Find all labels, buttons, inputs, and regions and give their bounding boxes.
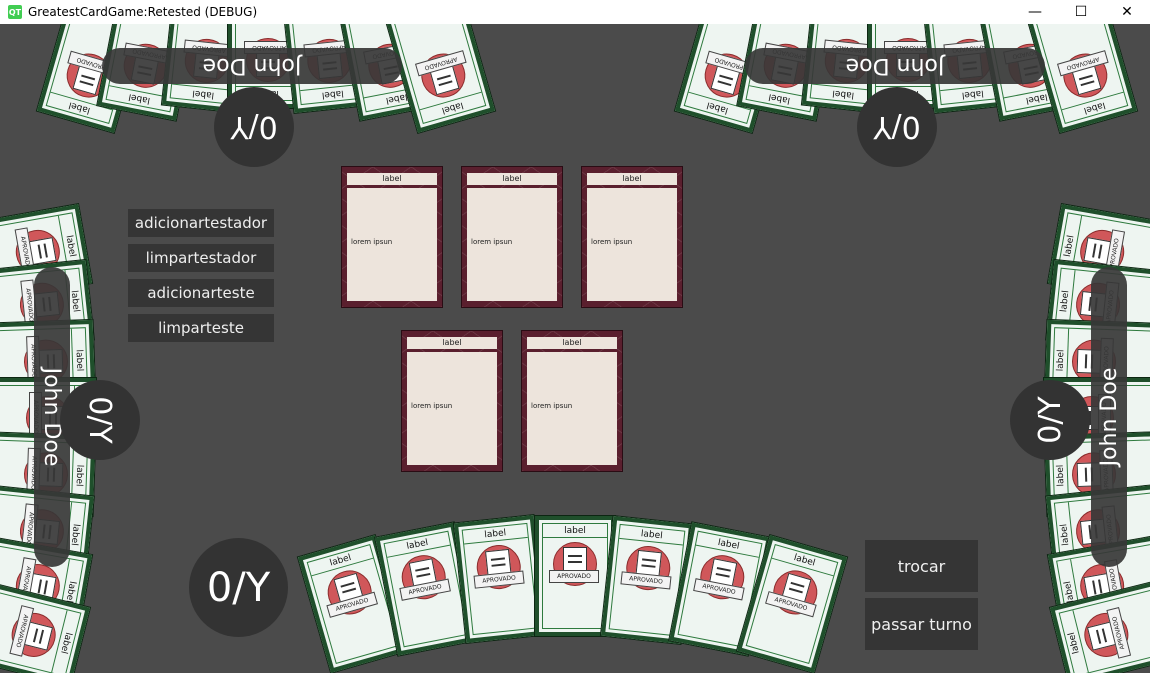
- card-label: label: [419, 91, 485, 121]
- card-body: lorem ipsun: [527, 352, 617, 465]
- opponent-score-right: 0/Y: [1010, 380, 1090, 460]
- card-label: label: [810, 83, 876, 103]
- table-card[interactable]: label lorem ipsun: [341, 166, 443, 308]
- app-icon: QT: [8, 5, 22, 19]
- table-card[interactable]: label lorem ipsun: [461, 166, 563, 308]
- opponent-score-top-left: 0/Y: [214, 87, 294, 167]
- game-board: labelAPROVADOlabelAPROVADOlabelAPROVADOl…: [0, 24, 1150, 673]
- table-card[interactable]: label lorem ipsun: [521, 330, 623, 472]
- window-controls: — ☐ ✕: [1012, 0, 1150, 24]
- card-label: label: [527, 337, 617, 349]
- trocar-button[interactable]: trocar: [865, 540, 978, 592]
- passar-turno-button[interactable]: passar turno: [865, 598, 978, 650]
- card-label: label: [407, 337, 497, 349]
- card-body: lorem ipsun: [467, 188, 557, 301]
- card-label: label: [51, 610, 79, 673]
- card-label: label: [619, 526, 685, 546]
- card-label: label: [587, 173, 677, 185]
- limparteste-button[interactable]: limparteste: [128, 314, 274, 342]
- card-text: lorem ipsun: [471, 238, 513, 246]
- card-label: label: [1061, 91, 1127, 121]
- card-text: lorem ipsun: [531, 402, 573, 410]
- card-label: label: [543, 526, 607, 538]
- card-label: label: [385, 533, 451, 558]
- minimize-button[interactable]: —: [1012, 0, 1058, 24]
- window-title: GreatestCardGame:Retested (DEBUG): [28, 5, 258, 19]
- adicionarteste-button[interactable]: adicionarteste: [128, 279, 274, 307]
- card-label: label: [347, 173, 437, 185]
- limpartestador-button[interactable]: limpartestador: [128, 244, 274, 272]
- card-label: label: [695, 533, 761, 558]
- card-body: lorem ipsun: [347, 188, 437, 301]
- card-body: lorem ipsun: [587, 188, 677, 301]
- card-text: lorem ipsun: [591, 238, 633, 246]
- card-text: lorem ipsun: [411, 402, 453, 410]
- card-text: lorem ipsun: [351, 238, 393, 246]
- player-score: 0/Y: [189, 538, 288, 637]
- adicionartestador-button[interactable]: adicionartestador: [128, 209, 274, 237]
- card-body: lorem ipsun: [407, 352, 497, 465]
- maximize-button[interactable]: ☐: [1058, 0, 1104, 24]
- approved-stamp: APROVADO: [549, 570, 599, 583]
- opponent-name-right: John Doe: [1091, 267, 1127, 567]
- opponent-score-left: 0/Y: [60, 380, 140, 460]
- opponent-name-top-right: John Doe: [745, 48, 1045, 84]
- hand-card[interactable]: labelAPROVADO: [453, 515, 547, 643]
- opponent-score-top-right: 0/Y: [857, 87, 937, 167]
- card-label: label: [462, 525, 528, 545]
- title-bar: QT GreatestCardGame:Retested (DEBUG) — ☐…: [0, 0, 1150, 24]
- table-card[interactable]: label lorem ipsun: [581, 166, 683, 308]
- opponent-name-top-left: John Doe: [102, 48, 402, 84]
- close-button[interactable]: ✕: [1104, 0, 1150, 24]
- table-card[interactable]: label lorem ipsun: [401, 330, 503, 472]
- card-label: label: [467, 173, 557, 185]
